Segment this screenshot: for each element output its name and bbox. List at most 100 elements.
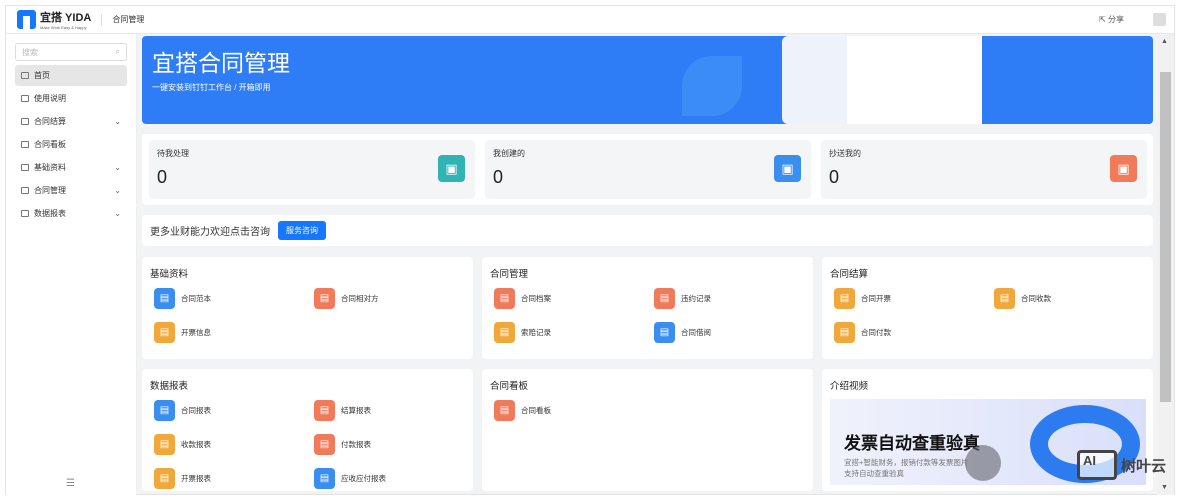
shortcut-item[interactable]: ▤ 合同借阅 bbox=[654, 322, 814, 343]
shortcut-icon: ▤ bbox=[314, 288, 335, 309]
shortcut-label: 索赔记录 bbox=[521, 328, 551, 337]
search-icon: ⌕ bbox=[115, 47, 120, 56]
banner-title: 宜搭合同管理 bbox=[152, 50, 290, 76]
shortcut-label: 违约记录 bbox=[681, 294, 711, 303]
stat-value: 0 bbox=[157, 167, 168, 187]
page-icon bbox=[21, 95, 29, 102]
sidebar-item[interactable]: 基础资料 ⌄ bbox=[15, 157, 127, 178]
banner-subtitle: 一键安装到钉钉工作台 / 开箱即用 bbox=[152, 83, 271, 92]
shortcut-item[interactable]: ▤ 合同范本 bbox=[154, 288, 314, 309]
shortcut-label: 合同付款 bbox=[861, 328, 891, 337]
chevron-down-icon[interactable]: ⌄ bbox=[114, 163, 121, 172]
shortcut-item[interactable]: ▤ 合同收款 bbox=[994, 288, 1154, 309]
logo-sub: Make Work Easy & Happy bbox=[40, 25, 87, 30]
shortcut-item[interactable]: ▤ 开票信息 bbox=[154, 322, 314, 343]
shortcut-icon: ▤ bbox=[654, 288, 675, 309]
shortcut-label: 收款报表 bbox=[181, 440, 211, 449]
consult-bar: 更多业财能力欢迎点击咨询 服务咨询 bbox=[142, 215, 1153, 246]
sidebar-item-label: 合同看板 bbox=[34, 140, 66, 149]
sidebar-item[interactable]: 合同结算 ⌄ bbox=[15, 111, 127, 132]
sidebar-item-label: 数据报表 bbox=[34, 209, 66, 218]
folder-icon bbox=[21, 210, 29, 217]
banner: 宜搭合同管理 一键安装到钉钉工作台 / 开箱即用 bbox=[142, 36, 1153, 124]
section-card: 合同管理 ▤ 合同档案 ▤ 违约记录 ▤ 索赔记录 ▤ 合同借阅 bbox=[482, 257, 813, 359]
section-title: 基础资料 bbox=[150, 269, 189, 280]
shortcut-item[interactable]: ▤ 收款报表 bbox=[154, 434, 314, 455]
shortcut-item[interactable]: ▤ 应收应付报表 bbox=[314, 468, 474, 489]
section-card: 数据报表 ▤ 合同报表 ▤ 结算报表 ▤ 收款报表 ▤ 付款报表 ▤ 开票报表 ▤ 应收应付报表 bbox=[142, 369, 473, 491]
shortcut-label: 开票报表 bbox=[181, 474, 211, 483]
play-icon[interactable] bbox=[965, 445, 1001, 481]
chevron-down-icon[interactable]: ⌄ bbox=[114, 117, 121, 126]
shortcut-label: 开票信息 bbox=[181, 328, 211, 337]
sidebar-item[interactable]: 首页 bbox=[15, 65, 127, 86]
shortcut-item[interactable]: ▤ 合同相对方 bbox=[314, 288, 474, 309]
shortcut-label: 付款报表 bbox=[341, 440, 371, 449]
shortcut-item[interactable]: ▤ 索赔记录 bbox=[494, 322, 654, 343]
divider bbox=[101, 13, 103, 26]
shortcut-label: 合同借阅 bbox=[681, 328, 711, 337]
stat-value: 0 bbox=[493, 167, 504, 187]
scrollbar-thumb[interactable] bbox=[1160, 72, 1171, 402]
shortcut-item[interactable]: ▤ 违约记录 bbox=[654, 288, 814, 309]
stat-icon: ▣ bbox=[774, 155, 801, 182]
shortcut-item[interactable]: ▤ 合同付款 bbox=[834, 322, 994, 343]
shortcut-label: 合同报表 bbox=[181, 406, 211, 415]
shortcut-item[interactable]: ▤ 合同报表 bbox=[154, 400, 314, 421]
shortcut-item[interactable]: ▤ 结算报表 bbox=[314, 400, 474, 421]
shortcut-icon: ▤ bbox=[154, 322, 175, 343]
main-content: 宜搭合同管理 一键安装到钉钉工作台 / 开箱即用 待我处理 0 ▣ 我创建的 0 ▣ 抄送我… bbox=[141, 34, 1158, 495]
shortcut-item[interactable]: ▤ 付款报表 bbox=[314, 434, 474, 455]
illustration-board bbox=[847, 36, 982, 124]
scrollbar[interactable]: ▲ ▼ bbox=[1157, 34, 1174, 495]
shortcut-item[interactable]: ▤ 合同开票 bbox=[834, 288, 994, 309]
share-icon: ⇱ bbox=[1099, 15, 1108, 24]
logo[interactable]: 宜搭 YIDA Make Work Easy & Happy bbox=[17, 9, 91, 30]
shortcut-icon: ▤ bbox=[154, 434, 175, 455]
stats-card: 待我处理 0 ▣ 我创建的 0 ▣ 抄送我的 0 ▣ bbox=[142, 134, 1153, 205]
shortcut-label: 合同范本 bbox=[181, 294, 211, 303]
section-title: 合同管理 bbox=[490, 269, 529, 280]
sidebar-item[interactable]: 合同管理 ⌄ bbox=[15, 180, 127, 201]
stat-tile[interactable]: 我创建的 0 ▣ bbox=[485, 140, 811, 199]
shortcut-icon: ▤ bbox=[314, 434, 335, 455]
sidebar-item-label: 基础资料 bbox=[34, 163, 66, 172]
shortcut-icon: ▤ bbox=[834, 288, 855, 309]
section-title: 合同结算 bbox=[830, 269, 869, 280]
scroll-down-icon[interactable]: ▼ bbox=[1161, 484, 1168, 491]
chevron-down-icon[interactable]: ⌄ bbox=[114, 209, 121, 218]
avatar[interactable] bbox=[1153, 13, 1166, 26]
logo-text: 宜搭 YIDA bbox=[40, 12, 92, 24]
watermark-logo-icon: AI bbox=[1076, 450, 1117, 480]
shortcut-item[interactable]: ▤ 合同看板 bbox=[494, 400, 654, 421]
section-card: 合同看板 ▤ 合同看板 bbox=[482, 369, 813, 491]
shortcut-item[interactable]: ▤ 开票报表 bbox=[154, 468, 314, 489]
stat-tile[interactable]: 抄送我的 0 ▣ bbox=[821, 140, 1147, 199]
shortcut-item[interactable]: ▤ 合同档案 bbox=[494, 288, 654, 309]
shortcut-icon: ▤ bbox=[494, 322, 515, 343]
search-placeholder: 搜索 bbox=[22, 47, 38, 57]
collapse-sidebar-icon[interactable]: ☰ bbox=[66, 478, 75, 489]
sidebar-item-label: 合同管理 bbox=[34, 186, 66, 195]
shortcut-icon: ▤ bbox=[314, 400, 335, 421]
stat-label: 待我处理 bbox=[157, 149, 189, 158]
watermark-text: 树叶云 bbox=[1120, 457, 1166, 475]
scroll-up-icon[interactable]: ▲ bbox=[1161, 38, 1168, 45]
sidebar-item[interactable]: 使用说明 bbox=[15, 88, 127, 109]
top-bar: 宜搭 YIDA Make Work Easy & Happy 合同管理 ⇱ 分享 bbox=[6, 6, 1174, 34]
stat-tile[interactable]: 待我处理 0 ▣ bbox=[149, 140, 475, 199]
section-title: 数据报表 bbox=[150, 381, 189, 392]
page-icon bbox=[21, 141, 29, 148]
shortcut-icon: ▤ bbox=[994, 288, 1015, 309]
consult-text: 更多业财能力欢迎点击咨询 bbox=[150, 227, 270, 238]
section-card: 合同结算 ▤ 合同开票 ▤ 合同收款 ▤ 合同付款 bbox=[822, 257, 1153, 359]
shortcut-label: 合同收款 bbox=[1021, 294, 1051, 303]
page-icon bbox=[21, 72, 29, 79]
shortcut-icon: ▤ bbox=[154, 468, 175, 489]
sidebar-item[interactable]: 数据报表 ⌄ bbox=[15, 203, 127, 224]
share-button[interactable]: ⇱ 分享 bbox=[1099, 14, 1124, 25]
sidebar-item[interactable]: 合同看板 bbox=[15, 134, 127, 155]
service-consult-button[interactable]: 服务咨询 bbox=[278, 221, 326, 240]
search-input[interactable]: 搜索 ⌕ bbox=[15, 43, 127, 61]
chevron-down-icon[interactable]: ⌄ bbox=[114, 186, 121, 195]
